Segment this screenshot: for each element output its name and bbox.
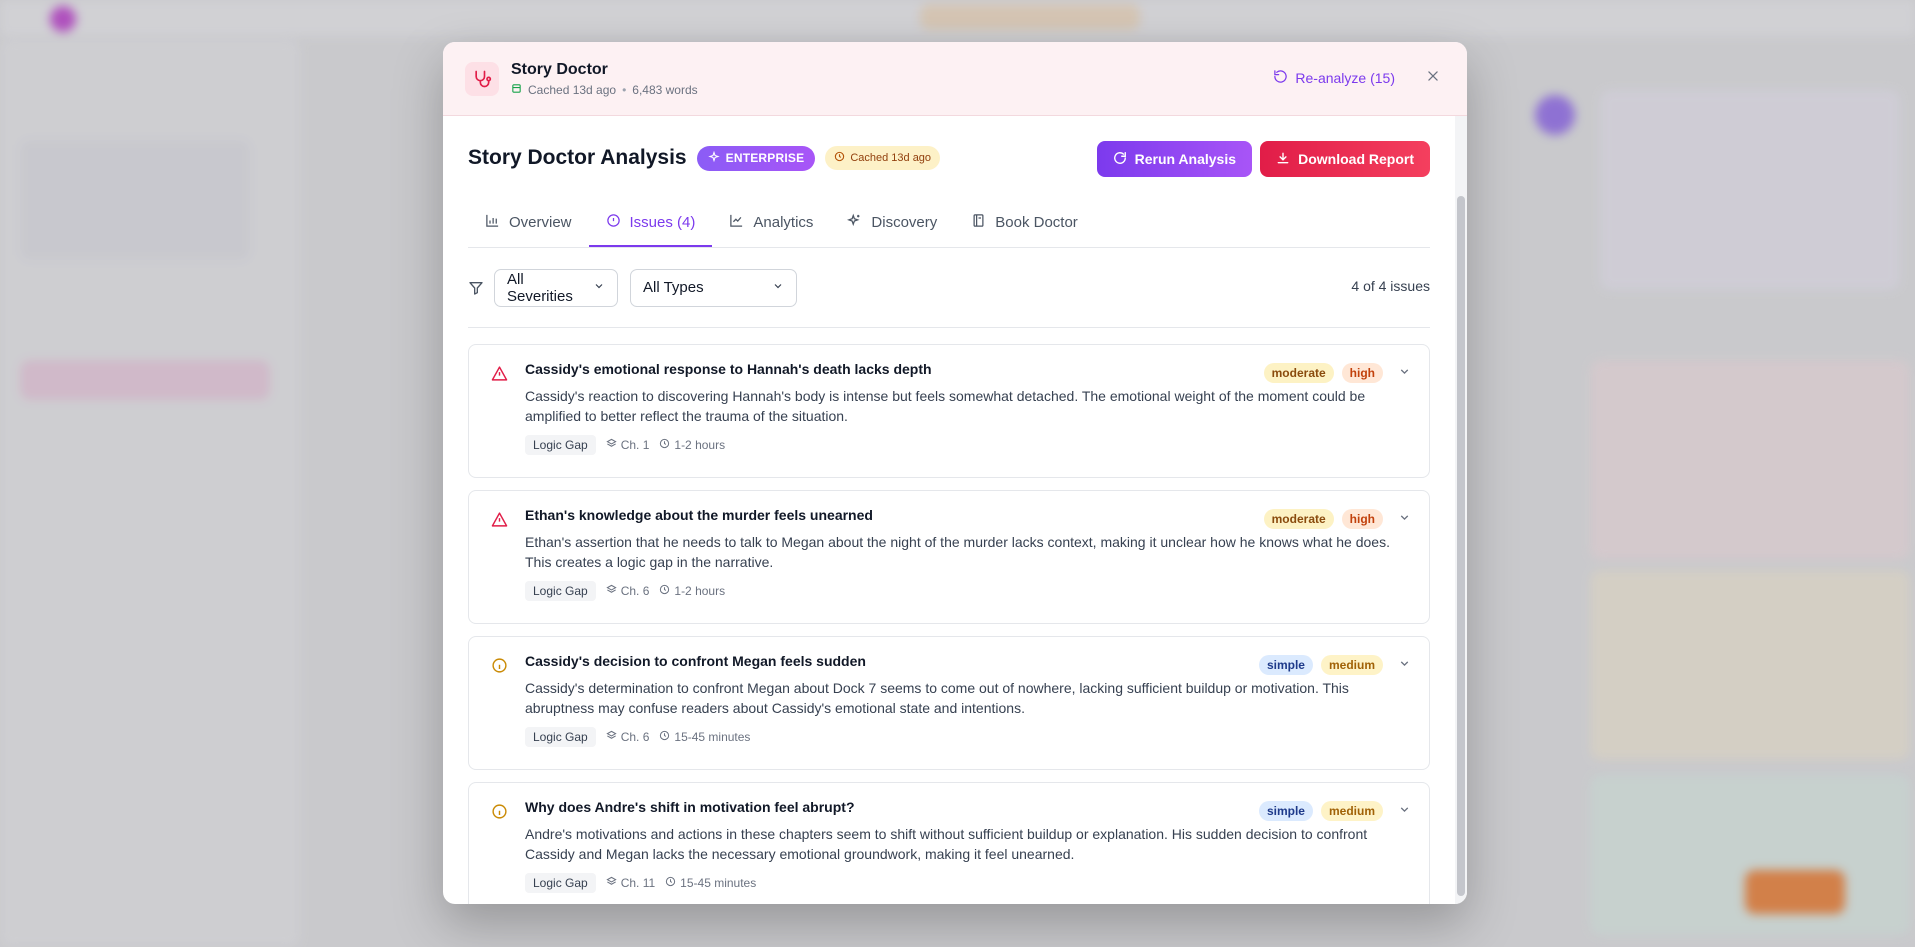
download-report-button[interactable]: Download Report	[1260, 141, 1430, 177]
issue-time-estimate: 1-2 hours	[674, 438, 726, 452]
analysis-title: Story Doctor Analysis	[468, 146, 687, 169]
warning-triangle-icon	[491, 511, 508, 533]
type-select[interactable]: All Types	[630, 268, 797, 307]
clock-icon	[659, 438, 670, 452]
issue-description: Cassidy's determination to confront Mega…	[525, 680, 1349, 716]
issue-chapter: Ch. 1	[620, 438, 650, 452]
info-circle-icon	[491, 657, 508, 679]
story-doctor-modal: Story Doctor Cached 13d ago • 6,483 word…	[443, 42, 1467, 904]
enterprise-badge-label: ENTERPRISE	[725, 151, 805, 165]
filter-icon	[468, 280, 484, 296]
severity-select-value: All Severities	[507, 270, 573, 305]
chevron-down-icon	[772, 279, 784, 296]
issue-list: Cassidy's emotional response to Hannah's…	[468, 344, 1430, 904]
tab-issues[interactable]: Issues (4)	[588, 200, 713, 247]
layers-icon	[606, 584, 617, 598]
priority-badge: high	[1341, 509, 1383, 529]
tab-analytics-label: Analytics	[753, 214, 814, 231]
type-select-value: All Types	[643, 279, 704, 296]
book-icon	[971, 213, 986, 232]
issue-card[interactable]: Cassidy's decision to confront Megan fee…	[468, 636, 1430, 770]
issue-time-estimate: 1-2 hours	[674, 584, 726, 598]
alert-circle-icon	[606, 213, 621, 232]
issue-card[interactable]: Cassidy's emotional response to Hannah's…	[468, 344, 1430, 478]
complexity-badge: simple	[1258, 801, 1313, 821]
download-report-label: Download Report	[1298, 151, 1414, 167]
issue-chapter: Ch. 11	[620, 876, 656, 890]
filter-bar: All Severities All Types 4 of 4 issues	[468, 248, 1430, 328]
issue-time-estimate: 15-45 minutes	[674, 730, 751, 744]
word-count: 6,483 words	[632, 82, 698, 97]
chevron-down-icon	[593, 279, 605, 296]
separator-dot: •	[622, 82, 627, 97]
download-icon	[1276, 151, 1290, 168]
complexity-badge: simple	[1258, 655, 1313, 675]
bar-chart-icon	[485, 213, 500, 232]
tab-overview[interactable]: Overview	[468, 200, 589, 247]
database-icon	[511, 83, 522, 97]
chevron-down-icon[interactable]	[1398, 365, 1411, 383]
complexity-badge: moderate	[1263, 509, 1334, 529]
refresh-icon	[1113, 151, 1127, 168]
issue-chapter: Ch. 6	[620, 730, 650, 744]
modal-header: Story Doctor Cached 13d ago • 6,483 word…	[443, 42, 1467, 116]
priority-badge: medium	[1320, 655, 1383, 675]
layers-icon	[606, 438, 617, 452]
scrollbar[interactable]	[1455, 116, 1467, 904]
cache-badge-label: Cached 13d ago	[850, 152, 932, 164]
tab-book-doctor[interactable]: Book Doctor	[954, 200, 1095, 247]
close-icon[interactable]	[1423, 66, 1443, 86]
clock-icon	[834, 151, 845, 165]
enterprise-badge: ENTERPRISE	[696, 145, 816, 171]
issue-card[interactable]: Why does Andre's shift in motivation fee…	[468, 782, 1430, 904]
scrollbar-thumb[interactable]	[1457, 196, 1465, 896]
reanalyze-button[interactable]: Re-analyze (15)	[1273, 69, 1395, 87]
complexity-badge: moderate	[1263, 363, 1334, 383]
clock-icon	[659, 730, 670, 744]
tab-overview-label: Overview	[509, 214, 572, 231]
cache-badge: Cached 13d ago	[825, 146, 941, 170]
stethoscope-icon	[465, 61, 499, 96]
issue-chapter: Ch. 6	[620, 584, 650, 598]
priority-badge: high	[1341, 363, 1383, 383]
tab-analytics[interactable]: Analytics	[712, 200, 830, 247]
issue-count: 4 of 4 issues	[1351, 278, 1430, 294]
rerun-analysis-button[interactable]: Rerun Analysis	[1096, 141, 1252, 177]
issue-description: Andre's motivations and actions in these…	[525, 826, 1368, 862]
issue-card[interactable]: Ethan's knowledge about the murder feels…	[468, 490, 1430, 624]
modal-title: Story Doctor	[511, 60, 608, 78]
tab-bar: Overview Issues (4) Analytics Discovery …	[468, 200, 1430, 248]
severity-select[interactable]: All Severities	[494, 268, 618, 307]
tab-discovery-label: Discovery	[871, 214, 938, 231]
tab-book-doctor-label: Book Doctor	[995, 214, 1078, 231]
rerun-analysis-label: Rerun Analysis	[1134, 151, 1236, 167]
clock-icon	[665, 876, 676, 890]
line-chart-icon	[729, 213, 744, 232]
issue-type-tag: Logic Gap	[525, 873, 596, 893]
clock-icon	[659, 584, 670, 598]
chevron-down-icon[interactable]	[1398, 803, 1411, 821]
issue-description: Ethan's assertion that he needs to talk …	[525, 534, 1390, 570]
priority-badge: medium	[1320, 801, 1383, 821]
layers-icon	[606, 876, 617, 890]
info-circle-icon	[491, 803, 508, 825]
issue-description: Cassidy's reaction to discovering Hannah…	[525, 388, 1366, 424]
cache-status: Cached 13d ago	[528, 82, 617, 97]
issue-type-tag: Logic Gap	[525, 727, 596, 747]
tab-issues-label: Issues (4)	[629, 214, 696, 231]
layers-icon	[606, 730, 617, 744]
issue-type-tag: Logic Gap	[525, 435, 596, 455]
issue-time-estimate: 15-45 minutes	[680, 876, 757, 890]
sparkles-icon	[847, 213, 862, 232]
chevron-down-icon[interactable]	[1398, 511, 1411, 529]
tab-discovery[interactable]: Discovery	[830, 200, 954, 247]
chevron-down-icon[interactable]	[1398, 657, 1411, 675]
reanalyze-label: Re-analyze (15)	[1295, 70, 1395, 86]
modal-body[interactable]: Story Doctor Analysis ENTERPRISE Cached …	[443, 116, 1455, 904]
refresh-icon	[1273, 69, 1288, 87]
issue-type-tag: Logic Gap	[525, 581, 596, 601]
warning-triangle-icon	[491, 365, 508, 387]
sparkles-icon	[707, 150, 720, 166]
